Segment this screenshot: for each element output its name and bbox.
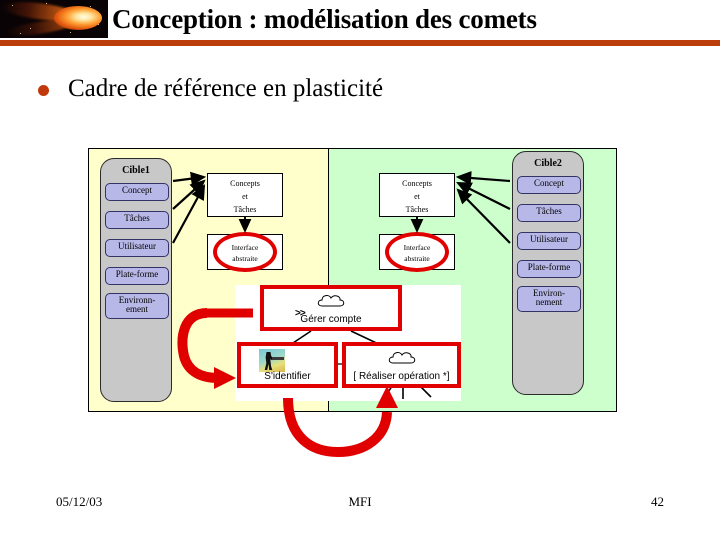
comet-icon <box>0 0 108 38</box>
page-title: Conception : modélisation des comets <box>112 4 537 34</box>
use-case-gerer-compte[interactable]: Gérer compte <box>260 285 402 331</box>
use-case-realiser-operation[interactable]: [ Réaliser opération *] <box>342 342 461 388</box>
footer-page-number: 42 <box>651 494 664 509</box>
use-case-label: Gérer compte <box>300 314 362 325</box>
cloud-usecase-icon <box>317 295 345 307</box>
use-case-label: S'identifier <box>264 371 311 382</box>
actor-login-icon <box>259 349 285 372</box>
cloud-usecase-icon <box>388 352 415 364</box>
slide-footer: 05/12/03 MFI 42 <box>0 494 720 516</box>
bullet-row: Cadre de référence en plasticité <box>38 74 598 106</box>
slide-header: Conception : modélisation des comets <box>0 0 720 46</box>
bullet-dot-icon <box>38 85 49 96</box>
header-divider <box>0 40 720 46</box>
footer-center: MFI <box>348 494 372 509</box>
bullet-text: Cadre de référence en plasticité <box>68 75 384 102</box>
include-arrow-icon: >> <box>295 308 306 319</box>
use-case-label: [ Réaliser opération *] <box>353 371 450 382</box>
use-case-sidentifier[interactable]: S'identifier <box>237 342 338 388</box>
use-case-diagram: Gérer compte S'identifier >> [ Réaliser … <box>235 285 461 401</box>
